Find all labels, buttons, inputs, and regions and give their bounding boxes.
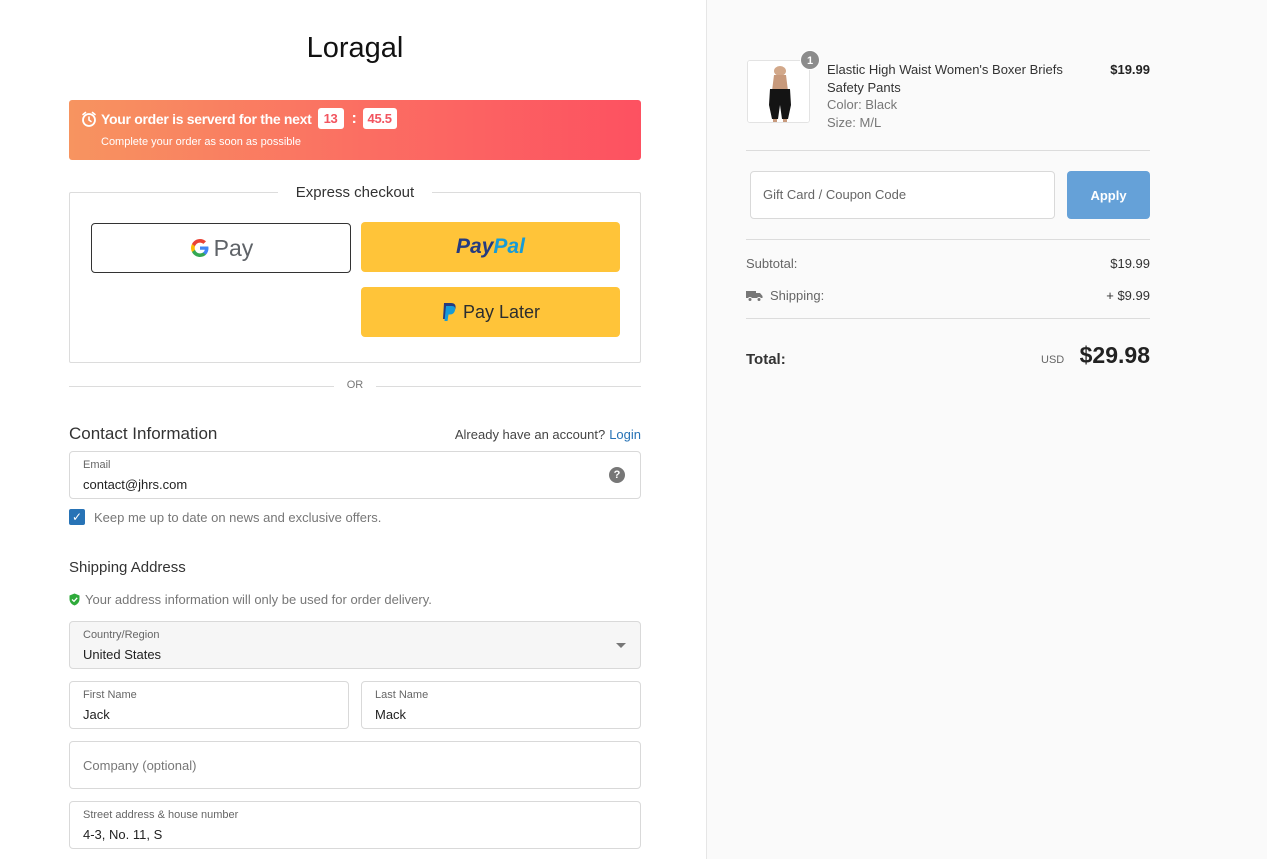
- street-address-label: Street address & house number: [83, 809, 239, 821]
- first-name-value[interactable]: Jack: [83, 707, 110, 722]
- quantity-badge: 1: [800, 50, 820, 70]
- timer-subtext: Complete your order as soon as possible: [101, 136, 301, 148]
- company-field[interactable]: Company (optional): [69, 741, 641, 789]
- address-note-text: Your address information will only be us…: [85, 592, 432, 607]
- product-color: Color: Black: [827, 97, 898, 112]
- country-select[interactable]: Country/Region United States: [69, 621, 641, 669]
- email-field[interactable]: Email contact@jhrs.com ?: [69, 451, 641, 499]
- timer-seconds: 45.5: [362, 108, 397, 129]
- newsletter-checkbox[interactable]: ✓: [69, 509, 85, 525]
- login-link[interactable]: Login: [609, 427, 641, 442]
- coupon-input[interactable]: [763, 187, 1033, 202]
- street-address-value[interactable]: 4-3, No. 11, S: [83, 827, 162, 842]
- truck-icon: [746, 290, 763, 302]
- reservation-timer-banner: Your order is serverd for the next 13 : …: [69, 100, 641, 160]
- coupon-field[interactable]: [750, 171, 1055, 219]
- apply-coupon-button[interactable]: Apply: [1067, 171, 1150, 219]
- express-checkout-title: Express checkout: [278, 184, 432, 201]
- paypal-logo-pay: Pay: [456, 235, 494, 258]
- pay-later-label: Pay Later: [462, 301, 541, 322]
- country-label: Country/Region: [83, 629, 160, 641]
- address-privacy-note: Your address information will only be us…: [69, 592, 432, 607]
- product-name: Elastic High Waist Women's Boxer Briefs …: [827, 62, 1063, 95]
- login-prompt: Already have an account? Login: [455, 427, 641, 442]
- express-checkout-box: [69, 192, 641, 363]
- street-address-field[interactable]: Street address & house number 4-3, No. 1…: [69, 801, 641, 849]
- first-name-label: First Name: [83, 689, 137, 701]
- currency-code: USD: [1041, 354, 1065, 366]
- help-icon[interactable]: ?: [609, 467, 625, 483]
- google-g-icon: [190, 239, 209, 257]
- subtotal-label: Subtotal:: [746, 256, 798, 271]
- product-image: [748, 61, 809, 122]
- summary-divider: [746, 239, 1150, 240]
- alarm-clock-icon: [82, 111, 96, 127]
- newsletter-label[interactable]: Keep me up to date on news and exclusive…: [94, 510, 381, 525]
- summary-divider: [746, 150, 1150, 151]
- product-thumbnail: [747, 60, 810, 123]
- email-label: Email: [83, 459, 111, 471]
- paypal-pay-later-button[interactable]: Pay Later: [361, 287, 620, 337]
- last-name-field[interactable]: Last Name Mack: [361, 681, 641, 729]
- last-name-value[interactable]: Mack: [375, 707, 406, 722]
- paypal-p-icon: [442, 303, 456, 321]
- shipping-value: + $9.99: [1106, 288, 1150, 303]
- timer-message: Your order is serverd for the next: [101, 110, 312, 127]
- shipping-row: Shipping:: [746, 288, 824, 303]
- or-divider-text: OR: [334, 379, 376, 391]
- order-summary-panel: [706, 0, 1267, 859]
- paypal-logo-pal: Pal: [493, 235, 525, 258]
- have-account-text: Already have an account?: [454, 427, 606, 442]
- timer-minutes: 13: [317, 108, 344, 129]
- shield-check-icon: [69, 593, 80, 606]
- google-pay-button[interactable]: Pay: [91, 223, 351, 273]
- contact-information-heading: Contact Information: [69, 424, 218, 443]
- summary-divider: [746, 318, 1150, 319]
- shipping-label: Shipping:: [770, 288, 825, 303]
- timer-colon: :: [351, 109, 357, 127]
- shipping-address-heading: Shipping Address: [69, 559, 186, 576]
- product-price: $19.99: [1110, 62, 1150, 77]
- subtotal-value: $19.99: [1110, 256, 1150, 271]
- paypal-button[interactable]: Pay Pal: [361, 222, 620, 272]
- store-logo[interactable]: Loragal: [69, 32, 641, 65]
- timer-main-line: Your order is serverd for the next 13 : …: [81, 108, 397, 129]
- company-placeholder[interactable]: Company (optional): [83, 758, 196, 773]
- checkout-form-panel: Loragal Your order is serverd for the ne…: [0, 0, 706, 859]
- total-value: $29.98: [1079, 342, 1150, 368]
- product-size: Size: M/L: [827, 115, 882, 130]
- total-label: Total:: [746, 351, 786, 368]
- last-name-label: Last Name: [375, 689, 429, 701]
- first-name-field[interactable]: First Name Jack: [69, 681, 349, 729]
- google-pay-label: Pay: [213, 234, 254, 261]
- chevron-down-icon: [616, 643, 626, 648]
- country-value: United States: [83, 647, 162, 662]
- email-value[interactable]: contact@jhrs.com: [83, 477, 187, 492]
